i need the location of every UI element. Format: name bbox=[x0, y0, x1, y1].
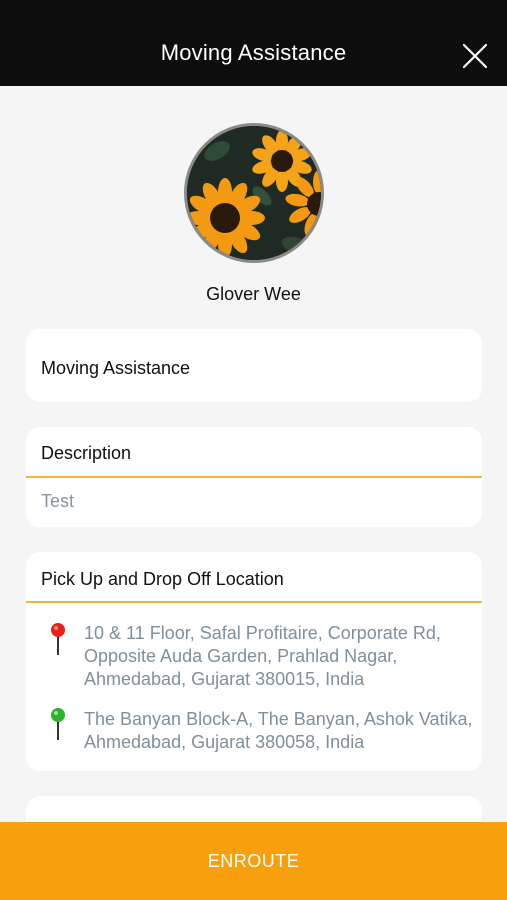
dropoff-pin-icon bbox=[51, 708, 65, 740]
enroute-button[interactable]: ENROUTE bbox=[0, 822, 507, 900]
dropoff-address: The Banyan Block-A, The Banyan, Ashok Va… bbox=[84, 709, 473, 752]
service-card: Moving Assistance bbox=[26, 329, 482, 402]
pickup-pin-icon bbox=[51, 623, 65, 655]
location-card: Pick Up and Drop Off Location 10 & 11 Fl… bbox=[26, 552, 482, 771]
description-value: Test bbox=[41, 491, 75, 511]
pickup-address: 10 & 11 Floor, Safal Profitaire, Corpora… bbox=[84, 623, 441, 689]
page-title: Moving Assistance bbox=[160, 40, 347, 65]
description-divider bbox=[26, 476, 482, 478]
close-icon bbox=[462, 43, 488, 69]
description-card: Description Test bbox=[26, 427, 482, 527]
avatar bbox=[184, 123, 324, 263]
location-label: Pick Up and Drop Off Location bbox=[41, 569, 284, 589]
location-divider bbox=[26, 601, 482, 603]
sunflower-avatar-icon bbox=[187, 126, 321, 260]
header-bar: Moving Assistance bbox=[0, 0, 507, 86]
service-label: Moving Assistance bbox=[41, 358, 191, 378]
description-label: Description bbox=[41, 443, 132, 463]
user-name: Glover Wee bbox=[206, 284, 301, 304]
close-button[interactable] bbox=[461, 42, 489, 70]
